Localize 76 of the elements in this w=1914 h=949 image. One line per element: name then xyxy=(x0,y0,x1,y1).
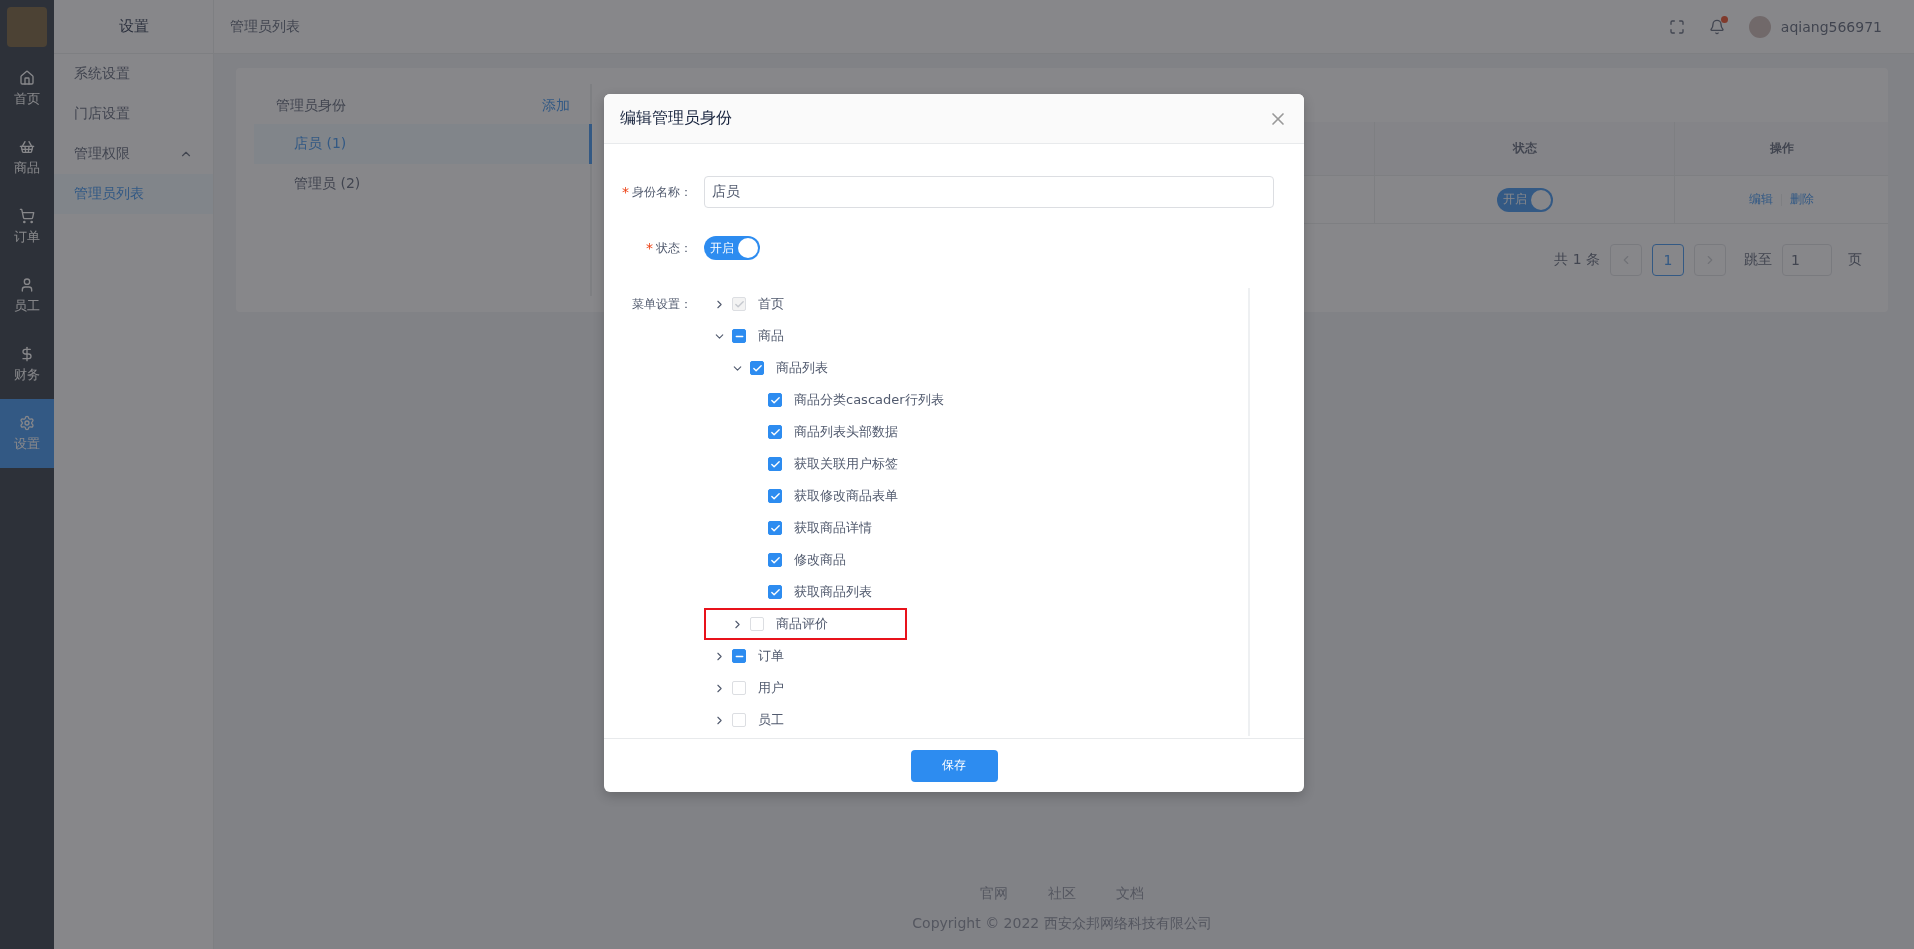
checkbox[interactable] xyxy=(768,393,782,407)
tree-node-label: 员工 xyxy=(758,711,784,729)
save-button[interactable]: 保存 xyxy=(910,749,998,782)
check-icon xyxy=(751,362,763,374)
tree-node-label: 获取商品详情 xyxy=(794,519,872,537)
sidebar-title: 设置 xyxy=(54,0,213,54)
page-input[interactable]: 1 xyxy=(1782,244,1832,276)
tree-node-label: 获取修改商品表单 xyxy=(794,487,898,505)
check-icon xyxy=(769,586,781,598)
tree-node-label: 订单 xyxy=(758,647,784,665)
home-icon xyxy=(19,69,35,86)
total-count: 共 1 条 xyxy=(1554,251,1600,269)
tree-node-label: 商品列表头部数据 xyxy=(794,423,898,441)
name-input[interactable]: 店员 xyxy=(704,176,1274,208)
person-icon xyxy=(19,276,35,293)
sidebar-item[interactable]: 门店设置 xyxy=(54,94,213,134)
checkbox[interactable] xyxy=(768,585,782,599)
checkbox[interactable] xyxy=(768,553,782,567)
nav-item[interactable]: 订单 xyxy=(0,192,54,261)
tree-node-label: 获取关联用户标签 xyxy=(794,455,898,473)
bell-icon[interactable] xyxy=(1708,18,1725,35)
logo-placeholder xyxy=(7,7,47,47)
tree-node-label: 修改商品 xyxy=(794,551,846,569)
dialog-title: 编辑管理员身份 xyxy=(620,108,732,129)
page-button[interactable]: 1 xyxy=(1652,244,1684,276)
tree-node-label: 商品列表 xyxy=(776,359,828,377)
jump-label: 跳至 xyxy=(1744,251,1772,269)
nav-item[interactable]: 设置 xyxy=(0,399,54,468)
tree-node-label: 获取商品列表 xyxy=(794,583,872,601)
nav-item[interactable]: 财务 xyxy=(0,330,54,399)
username[interactable]: aqiang566971 xyxy=(1780,18,1882,35)
check-icon xyxy=(769,522,781,534)
check-icon xyxy=(769,458,781,470)
required-mark: * xyxy=(622,184,629,200)
tree-node-label: 用户 xyxy=(758,679,784,697)
action-link[interactable]: 编辑 xyxy=(1749,191,1773,208)
role-item[interactable]: 管理员 (2) xyxy=(254,164,592,204)
tree-node-label: 首页 xyxy=(758,295,784,313)
check-icon xyxy=(769,554,781,566)
settings-icon xyxy=(19,414,35,431)
checkbox[interactable] xyxy=(768,425,782,439)
sidebar-item[interactable]: 系统设置 xyxy=(54,54,213,94)
nav-item[interactable]: 商品 xyxy=(0,123,54,192)
field-label: 身份名称： xyxy=(632,183,692,201)
checkbox[interactable] xyxy=(732,649,746,663)
required-mark: * xyxy=(646,240,653,256)
basket-icon xyxy=(19,138,35,155)
sidebar-item[interactable]: 管理员列表 xyxy=(54,174,213,214)
checkbox[interactable] xyxy=(732,329,746,343)
tree-node-label: 商品分类cascader行列表 xyxy=(794,391,944,409)
action-link[interactable]: 删除 xyxy=(1790,191,1814,208)
check-icon xyxy=(733,298,745,310)
page-suffix: 页 xyxy=(1848,251,1862,269)
sidebar-item[interactable]: 管理权限 xyxy=(54,134,213,174)
toggle-switch[interactable]: 开启 xyxy=(704,236,760,260)
check-icon xyxy=(769,394,781,406)
toggle-switch[interactable]: 开启 xyxy=(1496,187,1553,212)
field-label: 状态： xyxy=(656,239,692,257)
add-link[interactable]: 添加 xyxy=(542,97,570,115)
tree-node-label: 商品 xyxy=(758,327,784,345)
nav-item[interactable]: 首页 xyxy=(0,54,54,123)
check-icon xyxy=(769,490,781,502)
nav-item[interactable]: 员工 xyxy=(0,261,54,330)
panel-title: 管理员身份 xyxy=(276,97,346,115)
checkbox[interactable] xyxy=(768,489,782,503)
checkbox[interactable] xyxy=(768,457,782,471)
cart-icon xyxy=(19,207,35,224)
check-icon xyxy=(769,426,781,438)
page-title: 管理员列表 xyxy=(230,17,301,36)
fullscreen-icon[interactable] xyxy=(1668,18,1685,35)
checkbox[interactable] xyxy=(750,361,764,375)
field-label: 菜单设置： xyxy=(632,295,692,313)
checkbox[interactable] xyxy=(768,521,782,535)
tree-node-label: 商品评价 xyxy=(776,615,828,633)
dollar-icon xyxy=(19,345,35,362)
role-item[interactable]: 店员 (1) xyxy=(254,124,592,164)
